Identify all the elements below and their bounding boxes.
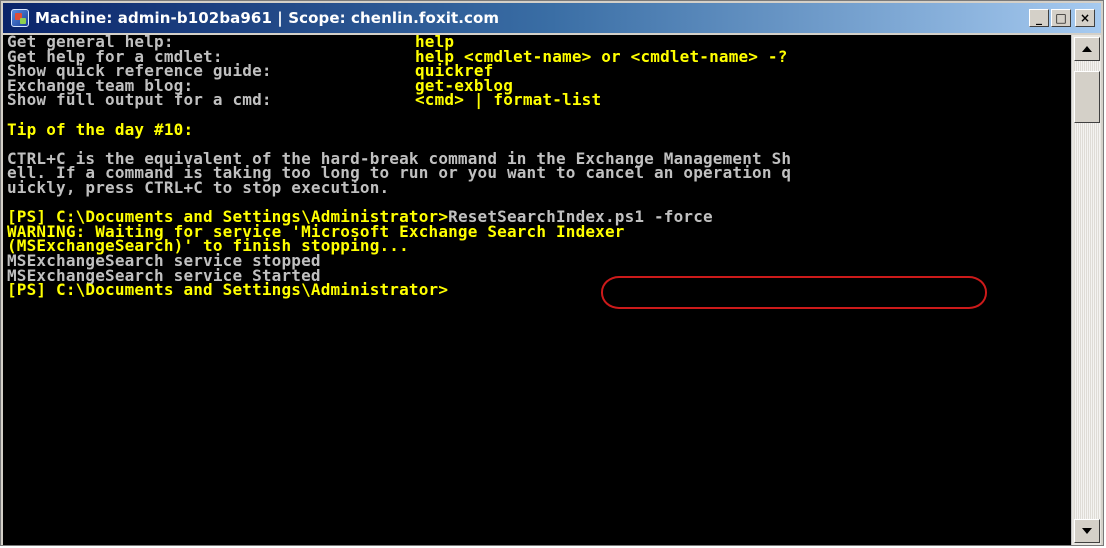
console-output[interactable]: Get general help: help Get help for a cmd… [3, 35, 1075, 545]
minimize-button[interactable]: _ [1029, 9, 1049, 27]
shell-prompt: [PS] C:\Documents and Settings\Administr… [7, 280, 449, 300]
scrollbar-thumb[interactable] [1074, 71, 1100, 123]
window-controls: _ □ × [1029, 9, 1095, 27]
powershell-window: Machine: admin-b102ba961 | Scope: chenli… [0, 0, 1104, 546]
tip-heading: Tip of the day #10: [7, 119, 194, 139]
triangle-down-icon [1082, 528, 1092, 534]
close-button[interactable]: × [1075, 9, 1095, 27]
help-row: Show full output for a cmd: <cmd> | forma… [7, 90, 1075, 110]
exchange-shell-app-icon[interactable] [11, 9, 29, 27]
scrollbar-track[interactable] [1074, 61, 1100, 519]
maximize-button[interactable]: □ [1051, 9, 1071, 27]
tip-line: uickly, press CTRL+C to stop execution. [7, 177, 390, 197]
help-label: Show full output for a cmd: [7, 90, 272, 110]
window-title: Machine: admin-b102ba961 | Scope: chenli… [35, 9, 500, 27]
console-client-area: Get general help: help Get help for a cmd… [3, 35, 1101, 545]
help-value: <cmd> | format-list [415, 90, 602, 110]
title-bar[interactable]: Machine: admin-b102ba961 | Scope: chenli… [3, 3, 1101, 33]
current-prompt-line[interactable]: [PS] C:\Documents and Settings\Administr… [7, 280, 1075, 300]
scroll-down-button[interactable] [1074, 519, 1100, 543]
vertical-scrollbar[interactable] [1071, 35, 1101, 545]
scroll-up-button[interactable] [1074, 37, 1100, 61]
triangle-up-icon [1082, 46, 1092, 52]
